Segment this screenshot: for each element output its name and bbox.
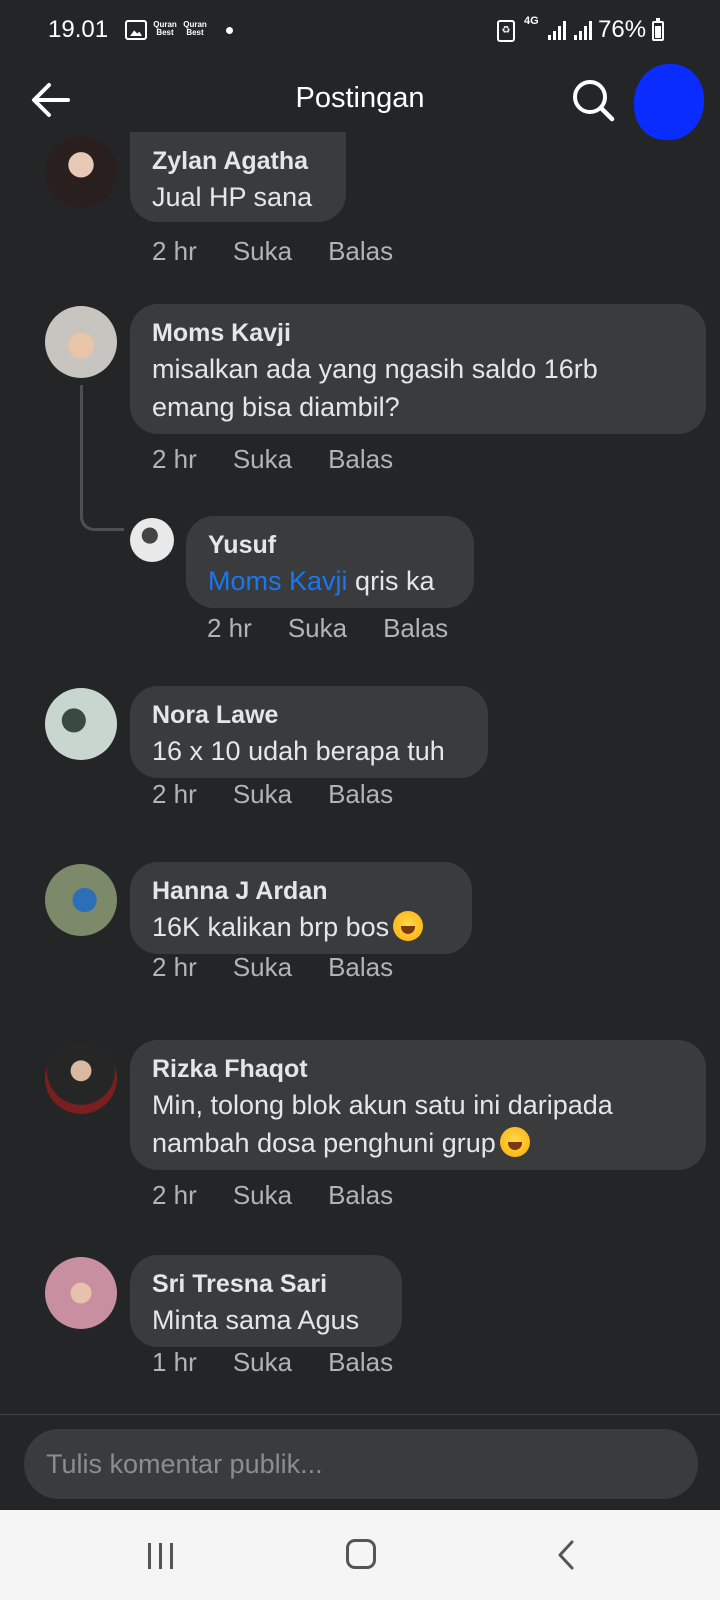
comment-actions: 2 hr Suka Balas	[152, 779, 429, 810]
like-button[interactable]: Suka	[233, 952, 292, 983]
comment-time: 1 hr	[152, 1347, 197, 1377]
comment-author[interactable]: Sri Tresna Sari	[152, 1267, 380, 1301]
comment-text: qris ka	[355, 566, 435, 596]
home-icon[interactable]	[346, 1539, 376, 1569]
avatar[interactable]	[45, 306, 117, 378]
comment-bubble[interactable]: Moms Kavji misalkan ada yang ngasih sald…	[130, 304, 706, 434]
like-button[interactable]: Suka	[233, 1347, 292, 1378]
profile-avatar[interactable]	[634, 64, 704, 140]
laughing-emoji-icon	[499, 1127, 530, 1157]
like-button[interactable]: Suka	[233, 236, 292, 267]
comment-text: Minta sama Agus	[152, 1305, 360, 1335]
recent-apps-icon[interactable]	[148, 1543, 176, 1569]
avatar[interactable]	[45, 1042, 117, 1114]
battery-icon	[652, 18, 664, 41]
app-header: Postingan	[0, 60, 720, 140]
reply-thread-line	[80, 385, 124, 531]
reply-button[interactable]: Balas	[328, 444, 393, 475]
comment-text-line: emang bisa diambil?	[152, 392, 400, 422]
comment-actions: 1 hr Suka Balas	[152, 1347, 429, 1378]
like-button[interactable]: Suka	[288, 613, 347, 644]
reply-button[interactable]: Balas	[328, 236, 393, 267]
avatar[interactable]	[45, 1257, 117, 1329]
status-time: 19.01	[48, 16, 109, 43]
nav-back-icon[interactable]	[556, 1540, 576, 1570]
status-bar: 19.01 Quran Best Quran Best ♻ 4G 76%	[0, 0, 720, 60]
reply-button[interactable]: Balas	[383, 613, 448, 644]
search-icon[interactable]	[570, 77, 616, 123]
system-nav-bar	[0, 1510, 720, 1600]
avatar[interactable]	[45, 136, 117, 208]
avatar[interactable]	[45, 688, 117, 760]
mention-link[interactable]: Moms Kavji	[208, 566, 348, 596]
reply-button[interactable]: Balas	[328, 1347, 393, 1378]
like-button[interactable]: Suka	[233, 1180, 292, 1211]
comment-text: 16 x 10 udah berapa tuh	[152, 736, 445, 766]
comment-author[interactable]: Hanna J Ardan	[152, 874, 450, 908]
comment-text: 16K kalikan brp bos	[152, 912, 390, 942]
comment-time: 2 hr	[152, 1180, 197, 1210]
battery-percent: 76%	[598, 16, 647, 43]
comment-author[interactable]: Moms Kavji	[152, 316, 684, 350]
more-notifications-dot-icon	[226, 27, 233, 34]
comment-time: 2 hr	[207, 613, 252, 643]
comment-composer	[0, 1414, 720, 1510]
like-button[interactable]: Suka	[233, 444, 292, 475]
comment-author[interactable]: Zylan Agatha	[152, 144, 324, 178]
comment-time: 2 hr	[152, 444, 197, 474]
comment-actions: 2 hr Suka Balas	[152, 1180, 429, 1211]
signal-icon	[548, 20, 568, 40]
signal-icon-2	[574, 20, 594, 40]
comment-actions: 2 hr Suka Balas	[152, 444, 429, 475]
avatar[interactable]	[45, 864, 117, 936]
quran-notification-icon-2: Quran Best	[183, 20, 207, 37]
like-button[interactable]: Suka	[233, 779, 292, 810]
comment-time: 2 hr	[152, 952, 197, 982]
comment-bubble[interactable]: Hanna J Ardan 16K kalikan brp bos	[130, 862, 472, 954]
comment-actions: 2 hr Suka Balas	[207, 613, 484, 644]
network-type-label: 4G	[524, 15, 539, 27]
comment-text-line: Min, tolong blok akun satu ini daripada	[152, 1090, 613, 1120]
quran-notification-icon: Quran Best	[153, 20, 177, 37]
comment-bubble[interactable]: Zylan Agatha Jual HP sana	[130, 132, 346, 222]
comment-input[interactable]	[24, 1429, 698, 1499]
laughing-emoji-icon	[393, 911, 424, 941]
gallery-notification-icon	[125, 20, 147, 40]
comment-bubble[interactable]: Rizka Fhaqot Min, tolong blok akun satu …	[130, 1040, 706, 1170]
comment-bubble[interactable]: Nora Lawe 16 x 10 udah berapa tuh	[130, 686, 488, 778]
comment-bubble[interactable]: Yusuf Moms Kavji qris ka	[186, 516, 474, 608]
reply-button[interactable]: Balas	[328, 1180, 393, 1211]
comment-time: 2 hr	[152, 779, 197, 809]
comment-actions: 2 hr Suka Balas	[152, 952, 429, 983]
data-saver-icon: ♻	[497, 20, 515, 42]
comment-text-line: misalkan ada yang ngasih saldo 16rb	[152, 354, 598, 384]
comment-actions: 2 hr Suka Balas	[152, 236, 429, 267]
comment-author[interactable]: Yusuf	[208, 528, 452, 562]
comment-text: Jual HP sana	[152, 182, 313, 212]
comment-author[interactable]: Nora Lawe	[152, 698, 466, 732]
reply-button[interactable]: Balas	[328, 952, 393, 983]
comment-time: 2 hr	[152, 236, 197, 266]
avatar[interactable]	[130, 518, 174, 562]
reply-button[interactable]: Balas	[328, 779, 393, 810]
comment-author[interactable]: Rizka Fhaqot	[152, 1052, 684, 1086]
comment-text-line: nambah dosa penghuni grup	[152, 1128, 496, 1158]
comment-bubble[interactable]: Sri Tresna Sari Minta sama Agus	[130, 1255, 402, 1347]
